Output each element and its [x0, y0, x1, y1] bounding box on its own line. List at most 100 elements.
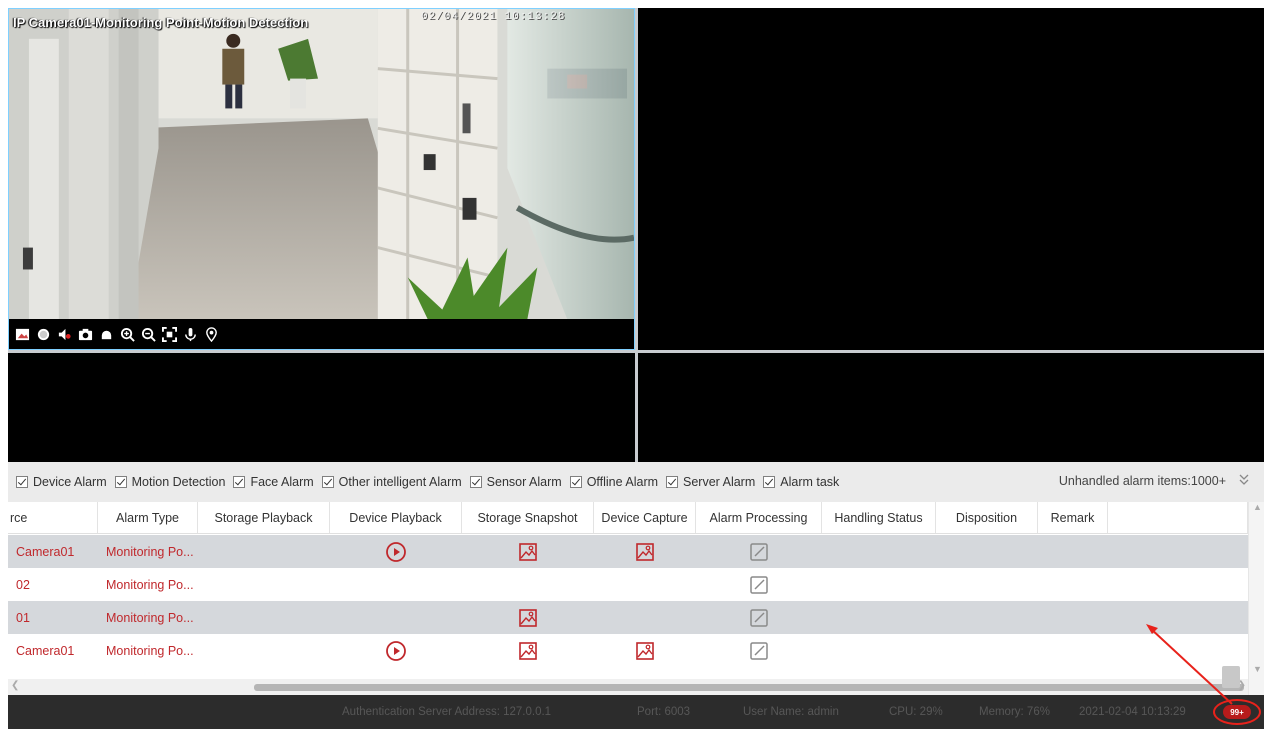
horizontal-scrollbar[interactable]: ❮ ❯: [8, 679, 1248, 695]
cell-storage-snapshot: [462, 601, 594, 634]
cell-device-playback: [330, 568, 462, 601]
column-header-storage-playback[interactable]: Storage Playback: [198, 502, 330, 533]
filter-sensor-alarm[interactable]: Sensor Alarm: [469, 475, 562, 489]
edit-icon[interactable]: [748, 607, 770, 629]
cell-storage-snapshot: [462, 568, 594, 601]
microphone-icon[interactable]: [182, 326, 199, 343]
filter-face-alarm[interactable]: Face Alarm: [233, 475, 314, 489]
record-icon[interactable]: [35, 326, 52, 343]
table-row[interactable]: 02 Monitoring Po...: [8, 568, 1248, 601]
edit-icon[interactable]: [748, 574, 770, 596]
cell-empty: [1108, 568, 1248, 601]
surveillance-client: IP Camera01-Monitoring Point-Motion Dete…: [0, 0, 1266, 729]
column-header-empty: [1108, 502, 1248, 533]
edit-icon[interactable]: [748, 640, 770, 662]
cell-handling-status: [822, 634, 936, 667]
filter-label: Device Alarm: [33, 475, 107, 489]
table-row[interactable]: 01 Monitoring Po...: [8, 601, 1248, 634]
filter-offline-alarm[interactable]: Offline Alarm: [569, 475, 658, 489]
scroll-left-icon[interactable]: ❮: [11, 680, 19, 691]
column-header-disposition[interactable]: Disposition: [936, 502, 1038, 533]
cell-device-capture: [594, 568, 696, 601]
cell-storage-snapshot: [462, 634, 594, 667]
memory-status: Memory: 76%: [979, 706, 1050, 718]
cell-handling-status: [822, 601, 936, 634]
filter-motion-detection[interactable]: Motion Detection: [114, 475, 226, 489]
column-header-storage-snapshot[interactable]: Storage Snapshot: [462, 502, 594, 533]
column-header-source[interactable]: rce: [8, 502, 98, 533]
checkbox-icon[interactable]: [233, 476, 246, 488]
filter-alarm-task[interactable]: Alarm task: [763, 475, 839, 489]
filter-label: Motion Detection: [131, 475, 226, 489]
fit-screen-icon[interactable]: [161, 326, 178, 343]
capture-image-icon[interactable]: [634, 541, 656, 563]
checkbox-icon[interactable]: [666, 476, 679, 488]
cell-empty: [1108, 535, 1248, 568]
cell-alarm-processing: [696, 601, 822, 634]
cell-alarm-processing: [696, 634, 822, 667]
video-pane-1[interactable]: IP Camera01-Monitoring Point-Motion Dete…: [8, 8, 635, 350]
cell-alarm-type: Monitoring Po...: [106, 610, 194, 625]
snapshot-image-icon[interactable]: [517, 541, 539, 563]
unhandled-alarm-count: Unhandled alarm items:1000+: [1058, 474, 1226, 488]
scroll-down-icon[interactable]: ▼: [1253, 664, 1262, 674]
checkbox-icon[interactable]: [321, 476, 334, 488]
cell-device-capture: [594, 535, 696, 568]
cell-storage-playback: [198, 568, 330, 601]
checkbox-icon[interactable]: [114, 476, 127, 488]
port-status: Port: 6003: [637, 706, 691, 718]
cell-remark: [1038, 535, 1108, 568]
edit-icon[interactable]: [748, 541, 770, 563]
horizontal-scroll-thumb[interactable]: [254, 684, 1244, 691]
filter-server-alarm[interactable]: Server Alarm: [666, 475, 755, 489]
zoom-in-icon[interactable]: [119, 326, 136, 343]
column-header-alarm-type[interactable]: Alarm Type: [98, 502, 198, 533]
filter-device-alarm[interactable]: Device Alarm: [16, 475, 107, 489]
cell-remark: [1038, 568, 1108, 601]
vertical-scrollbar[interactable]: ▲ ▼: [1248, 502, 1264, 695]
chevron-double-down-icon[interactable]: [1236, 472, 1252, 488]
column-header-device-capture[interactable]: Device Capture: [594, 502, 696, 533]
snapshot-image-icon[interactable]: [517, 640, 539, 662]
column-header-alarm-processing[interactable]: Alarm Processing: [696, 502, 822, 533]
filter-other-intelligent-alarm[interactable]: Other intelligent Alarm: [321, 475, 462, 489]
checkbox-icon[interactable]: [16, 476, 28, 488]
play-icon[interactable]: [385, 640, 407, 662]
checkbox-icon[interactable]: [763, 476, 776, 488]
status-bar: Authentication Server Address: 127.0.0.1…: [8, 695, 1264, 729]
camera-snapshot-icon[interactable]: [77, 326, 94, 343]
cell-handling-status: [822, 535, 936, 568]
alarm-filter-bar: Device Alarm Motion Detection Face Alarm…: [8, 462, 1264, 502]
audio-mute-icon[interactable]: [56, 326, 73, 343]
cell-handling-status: [822, 568, 936, 601]
cell-alarm-processing: [696, 535, 822, 568]
cell-device-playback: [330, 601, 462, 634]
zoom-out-icon[interactable]: [140, 326, 157, 343]
table-row[interactable]: Camera01 Monitoring Po...: [8, 634, 1248, 667]
checkbox-icon[interactable]: [469, 476, 482, 488]
column-header-device-playback[interactable]: Device Playback: [330, 502, 462, 533]
cell-disposition: [936, 634, 1038, 667]
cell-alarm-processing: [696, 568, 822, 601]
play-icon[interactable]: [385, 541, 407, 563]
cell-storage-playback: [198, 634, 330, 667]
column-header-handling-status[interactable]: Handling Status: [822, 502, 936, 533]
video-pane-3[interactable]: [8, 353, 635, 462]
snapshot-image-icon[interactable]: [517, 607, 539, 629]
capture-image-icon[interactable]: [634, 640, 656, 662]
snapshot-frame-icon[interactable]: [14, 326, 31, 343]
cell-remark: [1038, 634, 1108, 667]
cell-storage-playback: [198, 601, 330, 634]
video-pane-4[interactable]: [638, 353, 1264, 462]
column-header-remark[interactable]: Remark: [1038, 502, 1108, 533]
video-pane-2[interactable]: [638, 8, 1264, 350]
scroll-up-icon[interactable]: ▲: [1253, 502, 1262, 512]
location-icon[interactable]: [203, 326, 220, 343]
table-row[interactable]: Camera01 Monitoring Po...: [8, 535, 1248, 568]
cell-storage-playback: [198, 535, 330, 568]
ptz-icon[interactable]: [98, 326, 115, 343]
cell-device-capture: [594, 601, 696, 634]
checkbox-icon[interactable]: [569, 476, 582, 488]
camera-title: IP Camera01-Monitoring Point-Motion Dete…: [13, 15, 309, 30]
annotation-arrow-icon: [1146, 624, 1233, 705]
